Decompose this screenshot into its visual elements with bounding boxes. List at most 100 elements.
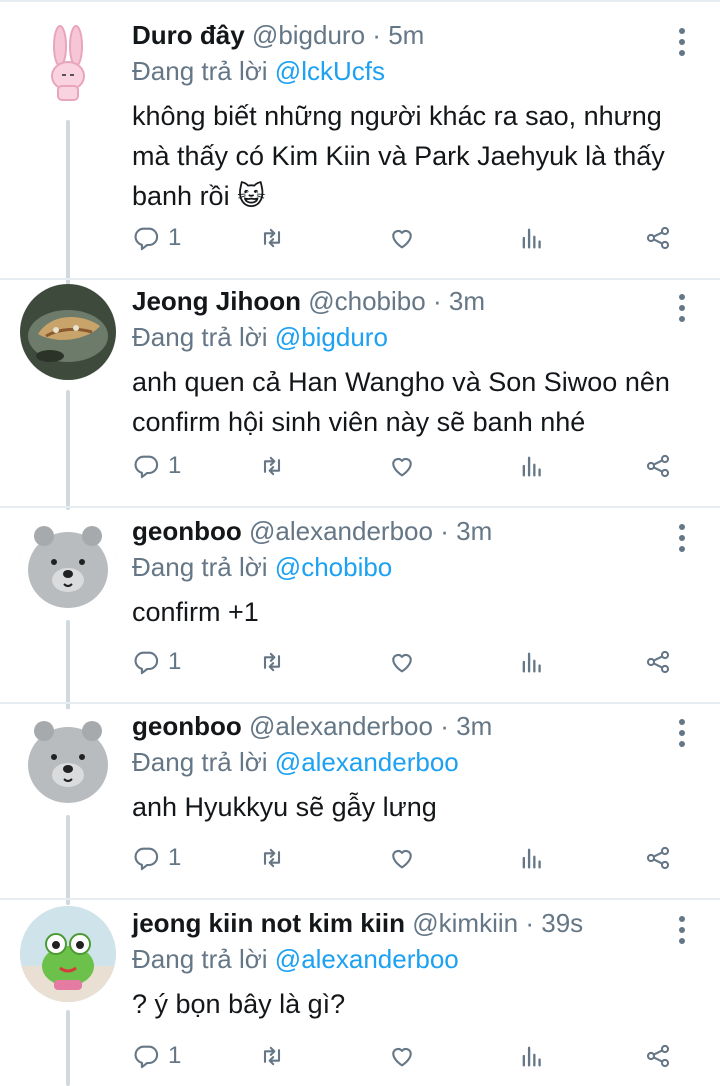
tweet-time[interactable]: 5m: [388, 20, 424, 50]
reply-count: 1: [168, 224, 182, 251]
bunny-avatar-icon: [20, 18, 116, 114]
avatar[interactable]: [20, 906, 116, 1002]
retweet-button[interactable]: [258, 1036, 286, 1076]
like-button[interactable]: [388, 642, 416, 682]
reply-button[interactable]: 1: [132, 446, 181, 486]
reply-button[interactable]: 1: [132, 1036, 181, 1076]
retweet-icon: [263, 652, 281, 672]
author-handle[interactable]: @chobibo: [308, 286, 425, 316]
tweet-actions: 1: [132, 218, 692, 258]
share-icon: [646, 226, 670, 250]
meta-separator: ·: [440, 516, 449, 546]
stats-icon: [522, 848, 541, 869]
avatar[interactable]: [20, 284, 116, 380]
tweet-time[interactable]: 39s: [541, 908, 583, 938]
stats-button[interactable]: [518, 838, 546, 878]
author-name[interactable]: geonboo: [132, 711, 242, 741]
thread-line: [66, 620, 70, 710]
tweet-divider: [0, 702, 720, 704]
tweet-divider: [0, 506, 720, 508]
reply-to-line: Đang trả lời @alexanderboo: [132, 745, 702, 779]
author-handle[interactable]: @alexanderboo: [249, 516, 433, 546]
tweet-text: ? ý bọn bây là gì?: [132, 989, 346, 1019]
share-button[interactable]: [644, 642, 672, 682]
avatar[interactable]: [20, 514, 116, 610]
tweet-meta: geonboo @alexanderboo · 3m: [132, 514, 702, 548]
reply-count: 1: [168, 844, 182, 871]
reply-to-mention[interactable]: @lckUcfs: [275, 56, 385, 86]
avatar[interactable]: [20, 709, 116, 805]
like-button[interactable]: [388, 1036, 416, 1076]
tweet-text: anh quen cả Han Wangho và Son Siwoo nên …: [132, 367, 670, 437]
more-options-icon[interactable]: [674, 518, 690, 558]
tweet-content: jeong kiin not kim kiin @kimkiin · 39s Đ…: [132, 906, 702, 1024]
more-options-icon[interactable]: [674, 288, 690, 328]
reply-icon: [134, 1045, 159, 1069]
author-name[interactable]: Duro đây: [132, 20, 245, 50]
reply-to-mention[interactable]: @chobibo: [275, 552, 392, 582]
reply-to-line: Đang trả lời @alexanderboo: [132, 942, 702, 976]
share-button[interactable]: [644, 838, 672, 878]
author-handle[interactable]: @alexanderboo: [249, 711, 433, 741]
retweet-icon: [263, 1046, 281, 1066]
tweet-actions: 1: [132, 1036, 692, 1076]
stats-button[interactable]: [518, 446, 546, 486]
reply-to-line: Đang trả lời @bigduro: [132, 320, 702, 354]
tweet-content: Jeong Jihoon @chobibo · 3m Đang trả lời …: [132, 284, 702, 442]
heart-icon: [392, 457, 412, 477]
heart-icon: [392, 653, 412, 673]
heart-icon: [392, 229, 412, 249]
thread-line: [66, 120, 70, 290]
author-handle[interactable]: @kimkiin: [412, 908, 518, 938]
like-button[interactable]: [388, 838, 416, 878]
stats-button[interactable]: [518, 1036, 546, 1076]
author-handle[interactable]: @bigduro: [252, 20, 365, 50]
stats-button[interactable]: [518, 642, 546, 682]
reply-button[interactable]: 1: [132, 642, 181, 682]
food-plate-avatar-icon: [20, 284, 116, 380]
more-options-icon[interactable]: [674, 910, 690, 950]
tweet-divider: [0, 898, 720, 900]
tweet-content: Duro đây @bigduro · 5m Đang trả lời @lck…: [132, 18, 702, 216]
reply-icon: [134, 651, 159, 675]
share-button[interactable]: [644, 218, 672, 258]
reply-button[interactable]: 1: [132, 218, 181, 258]
reply-prefix: Đang trả lời: [132, 552, 268, 582]
tweet-meta: Duro đây @bigduro · 5m: [132, 18, 702, 52]
retweet-button[interactable]: [258, 838, 286, 878]
plush-bear-avatar-icon: [20, 709, 116, 805]
reply-to-mention[interactable]: @alexanderboo: [275, 944, 459, 974]
reply-icon: [134, 847, 159, 871]
avatar[interactable]: [20, 18, 116, 114]
author-name[interactable]: Jeong Jihoon: [132, 286, 301, 316]
more-options-icon[interactable]: [674, 713, 690, 753]
retweet-button[interactable]: [258, 446, 286, 486]
tweet-meta: geonboo @alexanderboo · 3m: [132, 709, 702, 743]
reply-count: 1: [168, 1042, 182, 1069]
like-button[interactable]: [388, 218, 416, 258]
stats-button[interactable]: [518, 218, 546, 258]
tweet-time[interactable]: 3m: [449, 286, 485, 316]
stats-icon: [522, 652, 541, 673]
stats-icon: [522, 228, 541, 249]
tweet-time[interactable]: 3m: [456, 516, 492, 546]
reply-prefix: Đang trả lời: [132, 944, 268, 974]
reply-to-mention[interactable]: @alexanderboo: [275, 747, 459, 777]
author-name[interactable]: geonboo: [132, 516, 242, 546]
share-button[interactable]: [644, 446, 672, 486]
tweet-text: anh Hyukkyu sẽ gẫy lưng: [132, 792, 437, 822]
share-icon: [646, 1044, 670, 1068]
meta-separator: ·: [432, 286, 442, 316]
retweet-button[interactable]: [258, 218, 286, 258]
retweet-button[interactable]: [258, 642, 286, 682]
reply-prefix: Đang trả lời: [132, 56, 268, 86]
reply-button[interactable]: 1: [132, 838, 181, 878]
retweet-icon: [263, 848, 281, 868]
like-button[interactable]: [388, 446, 416, 486]
tweet-text: confirm +1: [132, 597, 259, 627]
author-name[interactable]: jeong kiin not kim kiin: [132, 908, 405, 938]
reply-to-mention[interactable]: @bigduro: [275, 322, 388, 352]
share-button[interactable]: [644, 1036, 672, 1076]
tweet-time[interactable]: 3m: [456, 711, 492, 741]
more-options-icon[interactable]: [674, 22, 690, 62]
